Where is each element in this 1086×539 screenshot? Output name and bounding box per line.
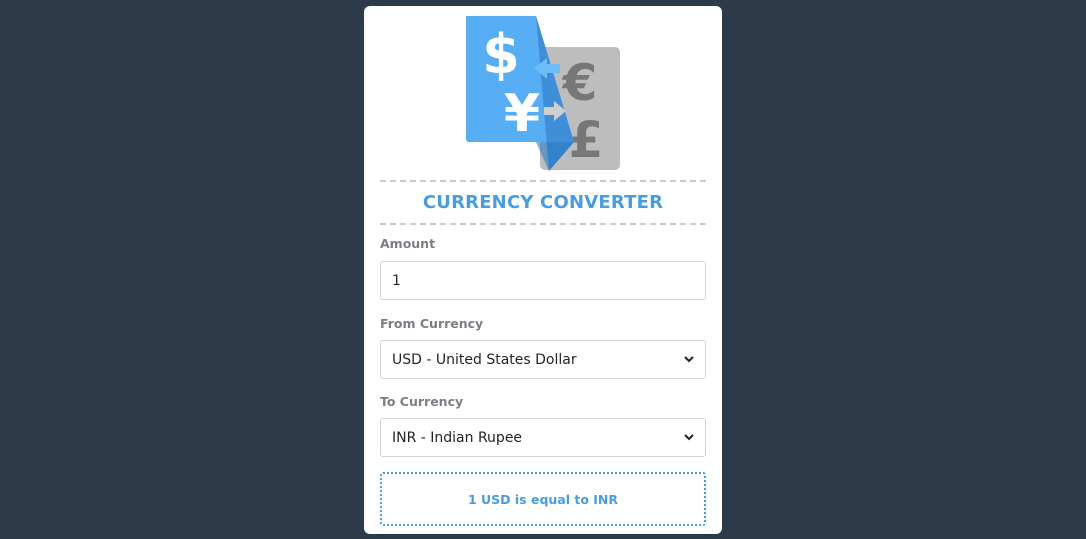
conversion-result-text: 1 USD is equal to INR bbox=[467, 491, 619, 507]
chevron-down-icon bbox=[684, 355, 694, 365]
amount-value: 1 bbox=[392, 272, 401, 289]
svg-text:¥: ¥ bbox=[504, 84, 540, 144]
conversion-result: 1 USD is equal to INR bbox=[380, 472, 706, 526]
currency-exchange-icon: € £ $ ¥ bbox=[466, 16, 620, 171]
amount-label: Amount bbox=[380, 236, 436, 251]
chevron-down-icon bbox=[684, 433, 694, 443]
from-currency-label: From Currency bbox=[380, 316, 484, 331]
title-divider-bottom bbox=[380, 223, 706, 225]
amount-input[interactable]: 1 bbox=[380, 261, 706, 300]
to-currency-label: To Currency bbox=[380, 394, 464, 409]
from-currency-value: USD - United States Dollar bbox=[392, 351, 577, 368]
from-currency-select[interactable]: USD - United States Dollar bbox=[380, 340, 706, 379]
svg-text:$: $ bbox=[482, 23, 520, 86]
title-divider-top bbox=[380, 180, 706, 182]
to-currency-select[interactable]: INR - Indian Rupee bbox=[380, 418, 706, 457]
page-title: CURRENCY CONVERTER bbox=[422, 192, 664, 213]
svg-text:£: £ bbox=[569, 111, 604, 169]
converter-card: € £ $ ¥ CURRENCY CONVERTER Amount 1 From… bbox=[364, 6, 722, 534]
to-currency-value: INR - Indian Rupee bbox=[392, 429, 523, 446]
svg-text:€: € bbox=[562, 54, 598, 112]
